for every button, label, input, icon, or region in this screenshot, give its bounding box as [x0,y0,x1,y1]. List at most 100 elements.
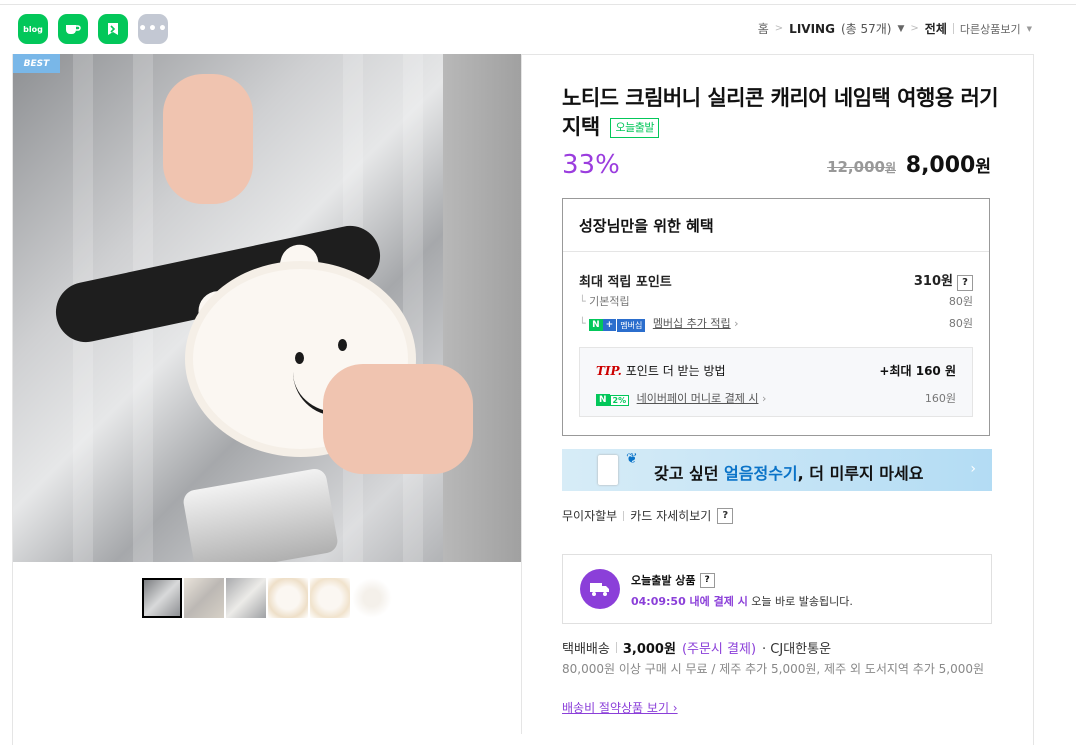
truck-svg [590,583,609,596]
naverpay-label-wrap: N 2% 네이버페이 머니로 결제 시 › [596,390,766,406]
membership-points-row: N+멤버십 멤버십 추가 적립 › 80원 [579,315,973,332]
today-shipping-desc: 04:09:50 내에 결제 시 오늘 바로 발송됩니다. [631,593,853,609]
max-points-row: 최대 적립 포인트 310원? [579,270,973,291]
card-detail-link[interactable]: 카드 자세히보기 [630,507,711,524]
thumbnail-strip [142,578,392,618]
shipping-fee: 3,000원 [622,642,676,657]
sale-price-value: 8,000 [905,153,976,178]
breadcrumb-all[interactable]: 전체 [925,20,947,37]
benefit-box: 성장님만을 위한 혜택 최대 적립 포인트 310원? 기본적립 80원 N+멤… [562,198,990,436]
sleeve [443,54,521,562]
naverpay-value: 160원 [924,392,956,405]
today-shipping-title: 오늘출발 상품? [631,572,715,588]
breadcrumb: 홈 > LIVING (총 57개) ▼ > 전체 다른상품보기 ▼ [758,20,1032,37]
original-price-value: 12,000 [827,158,885,176]
promo-banner[interactable]: ❦ 갖고 싶던 얼음정수기, 더 미루지 마세요 › [562,449,992,491]
naver-plus-membership-icon: N+멤버십 [589,318,646,332]
cafe-icon[interactable] [58,14,88,44]
caret-down-icon: ▼ [1026,24,1032,33]
suitcase-stripe [403,54,423,562]
chevron-right-icon: › [761,392,767,405]
image-divider [521,54,522,734]
basic-points-row: 기본적립 80원 [579,293,973,309]
blog-icon[interactable]: blog [18,14,48,44]
cup-icon [66,25,81,34]
thumbnail[interactable] [310,578,350,618]
tip-word: TIP. [596,364,622,378]
product-main-image[interactable] [13,54,521,562]
bunny-eye [338,339,347,351]
more-dots: ••• [138,21,168,37]
chevron-right-icon: › [970,461,976,477]
best-badge: BEST [13,54,60,73]
thumbnail[interactable] [226,578,266,618]
shipping-saver-link[interactable]: 배송비 절약상품 보기 › [562,699,678,716]
max-points-value-wrap: 310원? [914,270,973,291]
n-badge: N [596,394,610,406]
membership-tag: 멤버십 [617,318,646,332]
naverpay-icon: N 2% [596,394,630,406]
thumbnail[interactable] [184,578,224,618]
breadcrumb-home[interactable]: 홈 [758,20,769,37]
basic-points-label: 기본적립 [579,293,629,309]
tip-box: TIP. 포인트 더 받는 방법 +최대 160 원 N 2% 네이버페이 머니로 … [579,347,973,417]
promo-text-prefix: 갖고 싶던 [654,464,725,483]
shipping-divider [615,642,617,653]
tip-row: TIP. 포인트 더 받는 방법 +최대 160 원 [596,362,956,379]
n-badge: N [589,319,603,331]
naverpay-row: N 2% 네이버페이 머니로 결제 시 › 160원 [596,390,956,406]
benefit-heading: 성장님만을 위한 혜택 [563,199,989,252]
promo-text-suffix: , 더 미루지 마세요 [797,464,924,483]
other-products-link[interactable]: 다른상품보기 [960,21,1021,37]
more-icon[interactable]: ••• [138,14,168,44]
shipping-note: 80,000원 이상 구매 시 무료 / 제주 추가 5,000원, 제주 외 … [562,662,985,676]
max-points-value: 310원 [913,274,953,289]
chevron-right-icon: › [734,317,739,330]
tip-label: 포인트 더 받는 방법 [625,364,726,378]
help-icon[interactable]: ? [717,507,734,524]
chevron-right-icon: > [910,23,919,34]
today-ship-badge: 오늘출발 [610,118,659,138]
bookmark-icon [108,23,118,35]
shipping-method: 택배배송 [562,642,610,657]
today-shipping-box: 오늘출발 상품? 04:09:50 내에 결제 시 오늘 바로 발송됩니다. [562,554,992,624]
hand [323,364,473,474]
help-icon[interactable]: ? [957,275,973,291]
caret-down-icon[interactable]: ▼ [897,24,904,34]
installment-link[interactable]: 무이자할부 [562,507,617,524]
truck-icon [580,569,620,609]
card-row: 무이자할부 카드 자세히보기 ? [562,507,734,524]
hand [163,74,253,204]
shipping-row: 택배배송 3,000원 (주문시 결제) · CJ대한통운 [562,638,831,657]
today-title-text: 오늘출발 상품 [631,574,696,587]
promo-text: 갖고 싶던 얼음정수기, 더 미루지 마세요 [654,460,923,484]
bunny-eye [295,352,304,364]
max-points-label: 최대 적립 포인트 [579,275,672,290]
membership-points-link[interactable]: 멤버십 추가 적립 [653,317,731,330]
leaf-icon: ❦ [626,451,638,467]
shipping-carrier: · CJ대한통운 [762,642,832,657]
suitcase-plate [181,467,340,562]
original-price: 12,000원 [827,158,896,176]
breadcrumb-count: (총 57개) [840,22,892,36]
pct-badge: 2% [609,394,630,406]
help-icon[interactable]: ? [699,572,715,588]
water-purifier-icon [598,455,618,485]
shipping-condition: (주문시 결제) [681,642,757,657]
tip-max: +최대 160 원 [879,364,956,378]
membership-points-value: 80원 [948,317,973,331]
chevron-right-icon: > [774,23,784,34]
thumbnail[interactable] [352,578,392,618]
promo-text-highlight: 얼음정수기 [724,464,798,483]
thumbnail[interactable] [142,578,182,618]
membership-points-label-wrap: N+멤버십 멤버십 추가 적립 › [579,315,739,332]
tip-label-wrap: TIP. 포인트 더 받는 방법 [596,362,726,379]
sale-price: 8,000원 [906,152,991,178]
sale-price-unit: 원 [975,157,991,177]
naverpay-link[interactable]: 네이버페이 머니로 결제 시 [637,392,759,405]
plus-badge: + [602,319,617,331]
k-icon[interactable] [98,14,128,44]
thumbnail[interactable] [268,578,308,618]
breadcrumb-category[interactable]: LIVING [789,22,835,36]
discount-rate: 33% [562,150,620,180]
